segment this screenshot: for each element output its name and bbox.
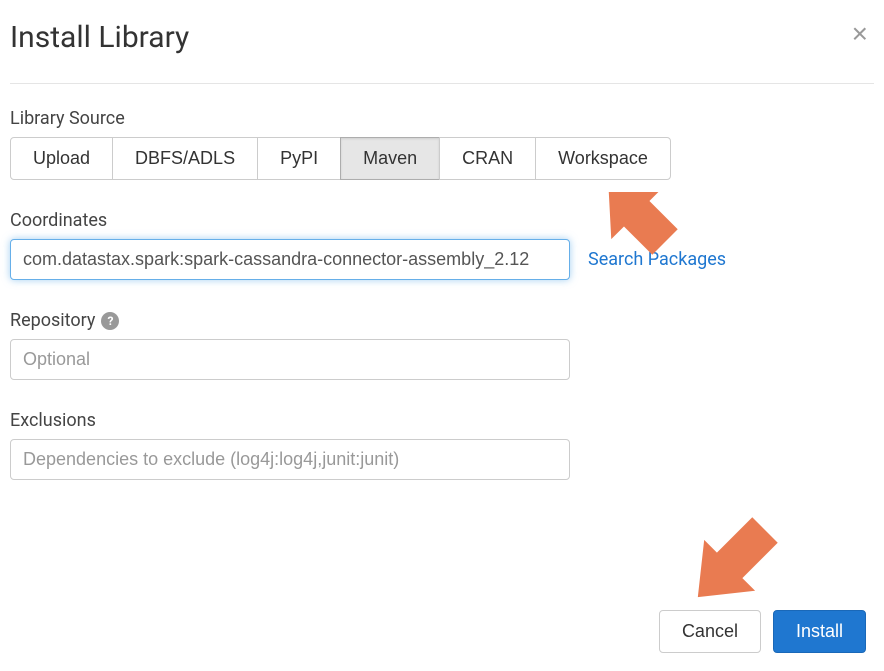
tab-upload[interactable]: Upload	[10, 137, 113, 180]
repository-input[interactable]	[10, 339, 570, 380]
install-button[interactable]: Install	[773, 610, 866, 653]
exclusions-group: Exclusions	[10, 410, 874, 480]
tab-workspace[interactable]: Workspace	[535, 137, 671, 180]
search-packages-link[interactable]: Search Packages	[588, 249, 726, 270]
tab-pypi[interactable]: PyPI	[257, 137, 341, 180]
library-source-group: Library Source Upload DBFS/ADLS PyPI Mav…	[10, 108, 874, 180]
modal-header: Install Library ×	[10, 20, 874, 84]
coordinates-row: Search Packages	[10, 239, 874, 280]
exclusions-label: Exclusions	[10, 410, 874, 431]
repository-label: Repository ?	[10, 310, 874, 331]
coordinates-input[interactable]	[10, 239, 570, 280]
coordinates-group: Coordinates Search Packages	[10, 210, 874, 280]
tab-maven[interactable]: Maven	[340, 137, 440, 180]
library-source-label: Library Source	[10, 108, 874, 129]
install-library-modal: Install Library × Library Source Upload …	[0, 0, 884, 520]
close-button[interactable]: ×	[846, 20, 874, 48]
modal-footer: Cancel Install	[659, 610, 866, 653]
library-source-tabs: Upload DBFS/ADLS PyPI Maven CRAN Workspa…	[10, 137, 874, 180]
exclusions-input[interactable]	[10, 439, 570, 480]
cancel-button[interactable]: Cancel	[659, 610, 761, 653]
repository-label-text: Repository	[10, 310, 95, 331]
help-icon[interactable]: ?	[101, 312, 119, 330]
tab-cran[interactable]: CRAN	[439, 137, 536, 180]
coordinates-label: Coordinates	[10, 210, 874, 231]
repository-group: Repository ?	[10, 310, 874, 380]
close-icon: ×	[852, 18, 868, 49]
modal-title: Install Library	[10, 20, 189, 55]
tab-dbfs-adls[interactable]: DBFS/ADLS	[112, 137, 258, 180]
